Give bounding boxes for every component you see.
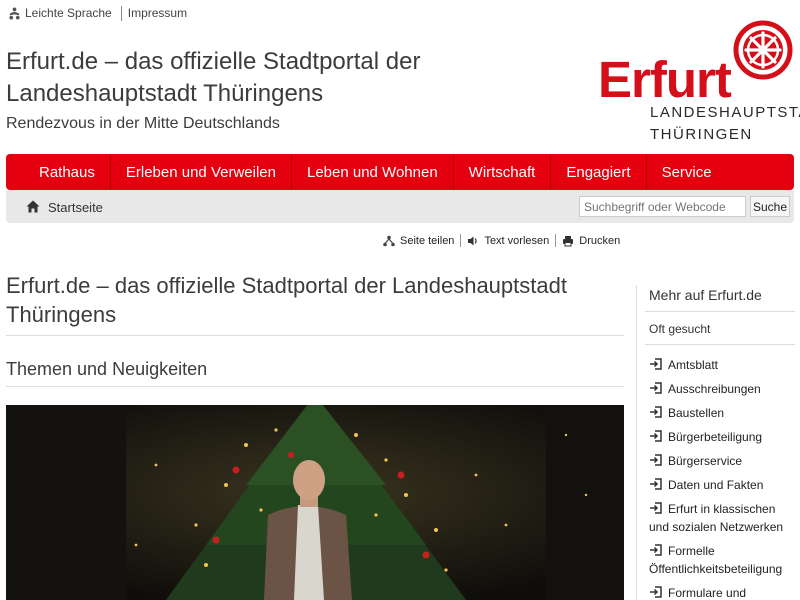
quick-link-label: Ausschreibungen [668,382,761,396]
enter-arrow-icon [650,502,662,514]
quick-link-label: Erfurt in klassischen und sozialen Netzw… [649,502,784,534]
quick-links-list: Amtsblatt Ausschreibungen Baustellen Bür… [649,356,794,600]
quick-link-formulare[interactable]: Formulare und [649,584,794,600]
share-icon [383,235,395,246]
speaker-icon [468,236,478,245]
quick-link-label: Formulare und [668,586,747,600]
share-label: Seite teilen [400,234,455,247]
utility-links: Leichte Sprache Impressum [8,5,187,21]
quick-link-ausschreibungen[interactable]: Ausschreibungen [649,380,794,398]
print-icon [563,235,574,246]
quick-link-amtsblatt[interactable]: Amtsblatt [649,356,794,374]
erfurt-wheel-icon [733,20,793,80]
logo-line1: LANDESHAUPTSTADT [650,104,800,121]
quick-link-baustellen[interactable]: Baustellen [649,404,794,422]
easy-language-link[interactable]: Leichte Sprache [8,6,112,20]
share-button[interactable]: Seite teilen [383,235,454,247]
sidebar-divider [636,285,637,600]
nav-item-service[interactable]: Service [647,154,727,190]
breadcrumb-bar: Startseite Suche [6,190,794,223]
nav-item-rathaus[interactable]: Rathaus [6,154,111,190]
main-nav: Rathaus Erleben und Verweilen Leben und … [6,154,794,190]
enter-arrow-icon [650,382,662,394]
quick-link-label: Amtsblatt [668,358,719,372]
quick-link-label: Bürgerservice [668,454,743,468]
section-heading: Themen und Neuigkeiten [6,359,208,379]
man-in-front-of-christmas-tree-photo [6,405,624,600]
divider [555,234,557,247]
logo-wordmark: Erfurt [598,51,732,108]
print-label: Drucken [579,234,621,247]
sidebar-title: Mehr auf Erfurt.de [649,287,762,303]
quick-link-label: Baustellen [668,406,725,420]
search-input[interactable] [579,196,746,217]
enter-arrow-icon [650,586,662,598]
impressum-link[interactable]: Impressum [128,6,187,20]
enter-arrow-icon [650,430,662,442]
print-button[interactable]: Drucken [562,235,620,247]
enter-arrow-icon [650,358,662,370]
divider [6,386,624,387]
sidebar-subtitle: Oft gesucht [649,322,711,336]
easy-language-label: Leichte Sprache [25,6,112,20]
site-subtitle: Rendezvous in der Mitte Deutschlands [6,115,280,132]
impressum-label: Impressum [127,6,188,20]
read-aloud-button[interactable]: Text vorlesen [467,235,549,247]
enter-arrow-icon [650,406,662,418]
nav-item-wirtschaft[interactable]: Wirtschaft [454,154,552,190]
logo-line2: THÜRINGEN [650,126,753,143]
quick-link-buergerservice[interactable]: Bürgerservice [649,452,794,470]
enter-arrow-icon [650,454,662,466]
enter-arrow-icon [650,544,662,556]
easy-language-icon [9,6,20,20]
page-tools: Seite teilen Text vorlesen Drucken [383,234,620,247]
quick-link-buergerbeteiligung[interactable]: Bürgerbeteiligung [649,428,794,446]
divider [645,311,795,312]
quick-link-label: Bürgerbeteiligung [668,430,763,444]
divider [645,344,795,345]
page-heading: Erfurt.de – das offizielle Stadtportal d… [6,273,567,327]
nav-item-leben[interactable]: Leben und Wohnen [292,154,454,190]
quick-link-label: Daten und Fakten [668,478,764,492]
quick-link-netzwerke[interactable]: Erfurt in klassischen und sozialen Netzw… [649,500,794,536]
hero-image[interactable] [6,405,624,600]
divider [120,5,122,21]
nav-item-engagiert[interactable]: Engagiert [551,154,647,190]
erfurt-logo[interactable]: Erfurt LANDESHAUPTSTADT THÜRINGEN [598,20,800,145]
site-title: Erfurt.de – das offizielle Stadtportal d… [6,48,421,107]
divider [6,335,624,336]
quick-link-label: Formelle Öffentlichkeitsbeteiligung [649,544,783,576]
enter-arrow-icon [650,478,662,490]
quick-link-oeffentlichkeitsbeteiligung[interactable]: Formelle Öffentlichkeitsbeteiligung [649,542,794,578]
nav-item-erleben[interactable]: Erleben und Verweilen [111,154,292,190]
divider [460,234,462,247]
search-button[interactable]: Suche [750,196,790,217]
quick-link-daten-fakten[interactable]: Daten und Fakten [649,476,794,494]
home-icon[interactable] [26,200,40,213]
read-aloud-label: Text vorlesen [484,234,550,247]
breadcrumb-current[interactable]: Startseite [48,200,103,215]
